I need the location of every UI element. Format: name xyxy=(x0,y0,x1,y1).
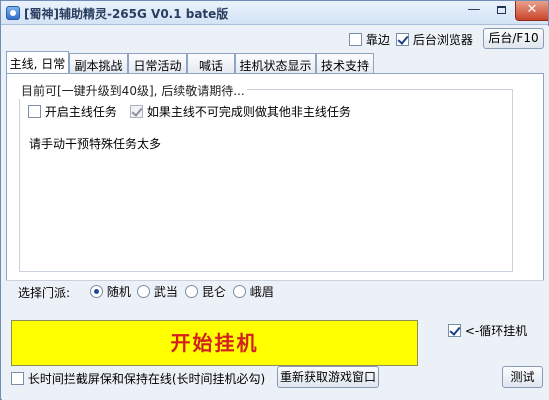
manual-intervention-note: 请手动干预特殊任务太多 xyxy=(29,137,162,151)
minimize-button[interactable]: — xyxy=(460,1,488,21)
divider xyxy=(6,280,544,281)
start-hangup-button[interactable]: 开始挂机 xyxy=(11,320,418,366)
fallback-label: 如果主线不可完成则做其他非主线任务 xyxy=(146,105,351,119)
minimize-icon: — xyxy=(467,2,481,17)
sect-option-label: 昆仑 xyxy=(201,285,226,299)
tab-main-daily[interactable]: 主线, 日常 xyxy=(6,51,69,74)
auto-main-toggle[interactable]: 开启主线任务 xyxy=(28,103,117,120)
window-title: [蜀神]辅助精灵-265G V0.1 bate版 xyxy=(24,7,229,21)
app-window: [蜀神]辅助精灵-265G V0.1 bate版 — ✕ 靠边 后台浏览器 后台… xyxy=(0,0,549,400)
group-title: 目前可[一键升级到40级], 后续敬请期待... xyxy=(19,82,247,99)
tab-daily-activity[interactable]: 日常活动 xyxy=(128,53,187,74)
sect-option-kunlun[interactable]: 昆仑 xyxy=(185,283,226,300)
sect-radio[interactable] xyxy=(90,285,103,298)
auto-main-checkbox[interactable] xyxy=(28,105,41,118)
tab-dungeon[interactable]: 副本挑战 xyxy=(69,53,128,74)
dock-label: 靠边 xyxy=(365,33,390,47)
maximize-icon xyxy=(497,5,506,14)
sect-radio[interactable] xyxy=(233,285,246,298)
loop-label: <-循环挂机 xyxy=(464,324,528,338)
sect-radio[interactable] xyxy=(185,285,198,298)
long-idle-label: 长时间拦截屏保和保持在线(长时间挂机必勾) xyxy=(27,372,266,386)
sect-option-label: 峨眉 xyxy=(249,285,274,299)
sect-option-label: 随机 xyxy=(106,285,131,299)
client-area: 靠边 后台浏览器 后台/F10 主线, 日常 副本挑战 日常活动 喊话 挂机状态… xyxy=(2,26,549,400)
long-idle-checkbox[interactable] xyxy=(11,372,24,385)
sect-option-wudang[interactable]: 武当 xyxy=(137,283,178,300)
fallback-toggle[interactable]: 如果主线不可完成则做其他非主线任务 xyxy=(130,103,351,120)
sect-radio[interactable] xyxy=(137,285,150,298)
dock-toggle[interactable]: 靠边 xyxy=(349,31,390,48)
sect-label: 选择门派: xyxy=(18,286,71,300)
refresh-game-window-button[interactable]: 重新获取游戏窗口 xyxy=(277,366,379,388)
maximize-button[interactable] xyxy=(488,1,515,21)
loop-toggle[interactable]: <-循环挂机 xyxy=(448,322,527,339)
title-bar[interactable]: [蜀神]辅助精灵-265G V0.1 bate版 — ✕ xyxy=(1,1,548,25)
bg-browser-checkbox[interactable] xyxy=(396,33,409,46)
background-f10-button[interactable]: 后台/F10 xyxy=(483,28,544,49)
close-icon: ✕ xyxy=(526,2,538,17)
auto-main-label: 开启主线任务 xyxy=(44,105,117,119)
sect-option-label: 武当 xyxy=(153,285,178,299)
sect-option-random[interactable]: 随机 xyxy=(90,283,131,300)
fallback-checkbox[interactable] xyxy=(130,105,143,118)
dock-checkbox[interactable] xyxy=(349,33,362,46)
bg-browser-toggle[interactable]: 后台浏览器 xyxy=(396,31,473,48)
long-idle-toggle[interactable]: 长时间拦截屏保和保持在线(长时间挂机必勾) xyxy=(11,370,265,387)
bg-browser-label: 后台浏览器 xyxy=(412,33,473,47)
sect-option-emei[interactable]: 峨眉 xyxy=(233,283,274,300)
app-icon xyxy=(6,6,20,20)
close-button[interactable]: ✕ xyxy=(515,1,548,21)
test-button[interactable]: 测试 xyxy=(502,366,543,388)
tab-shout[interactable]: 喊话 xyxy=(187,53,235,74)
main-tab-panel: 目前可[一键升级到40级], 后续敬请期待... 开启主线任务 如果主线不可完成… xyxy=(6,73,544,281)
tab-support[interactable]: 技术支持 xyxy=(316,53,374,74)
tab-status[interactable]: 挂机状态显示 xyxy=(235,53,316,74)
loop-checkbox[interactable] xyxy=(448,324,461,337)
